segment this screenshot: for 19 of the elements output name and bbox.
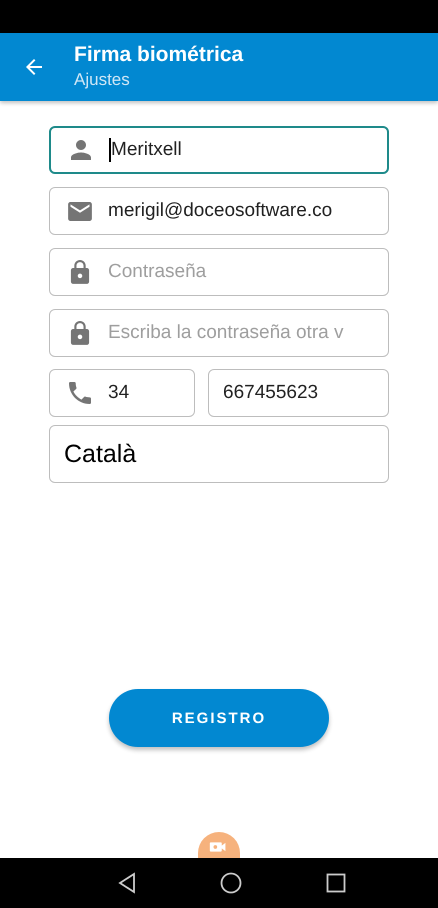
name-field[interactable]: Meritxell (49, 126, 389, 174)
language-value: Català (64, 440, 136, 468)
app-subtitle: Ajustes (74, 69, 131, 91)
recents-icon[interactable] (326, 873, 346, 893)
field-value: Meritxell (111, 139, 182, 161)
home-icon[interactable] (220, 872, 242, 894)
app-title: Firma biométrica (74, 42, 244, 68)
phone-prefix-field[interactable]: 34 (49, 369, 195, 417)
field-value: 667455623 (223, 382, 318, 404)
email-field[interactable]: merigil@doceosoftware.co (49, 187, 389, 235)
back-icon[interactable] (116, 872, 137, 894)
field-placeholder: Contraseña (108, 261, 206, 283)
field-placeholder: Escriba la contraseña otra v (108, 322, 344, 344)
field-value: merigil@doceosoftware.co (108, 200, 332, 222)
text-cursor (109, 138, 111, 162)
register-button[interactable]: REGISTRO (109, 689, 329, 747)
field-value: 34 (108, 382, 130, 404)
language-selector[interactable]: Català (49, 425, 389, 483)
phone-number-field[interactable]: 667455623 (208, 369, 389, 417)
